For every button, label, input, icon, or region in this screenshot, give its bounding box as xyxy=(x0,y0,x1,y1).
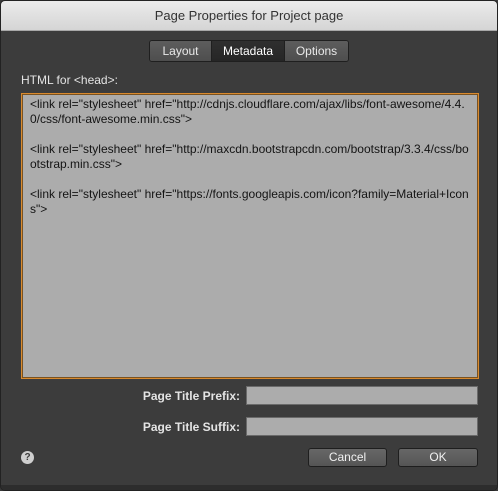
bottom-edge xyxy=(1,485,497,490)
head-line-material-icons: <link rel="stylesheet" href="https://fon… xyxy=(30,187,469,216)
title-suffix-input[interactable] xyxy=(246,417,478,436)
tab-metadata[interactable]: Metadata xyxy=(211,41,284,61)
title-prefix-input[interactable] xyxy=(246,386,478,405)
title-prefix-label: Page Title Prefix: xyxy=(142,389,240,403)
head-line-font-awesome: <link rel="stylesheet" href="http://cdnj… xyxy=(30,97,465,126)
tab-layout[interactable]: Layout xyxy=(150,41,211,61)
help-icon[interactable]: ? xyxy=(21,451,34,464)
cancel-button[interactable]: Cancel xyxy=(308,448,387,467)
head-html-label: HTML for <head>: xyxy=(21,73,118,87)
head-html-textarea[interactable]: <link rel="stylesheet" href="http://cdnj… xyxy=(21,93,479,379)
title-suffix-label: Page Title Suffix: xyxy=(142,420,240,434)
page-properties-dialog: Page Properties for Project page Layout … xyxy=(0,0,498,491)
tab-bar: Layout Metadata Options xyxy=(149,40,349,62)
tab-options[interactable]: Options xyxy=(284,41,348,61)
ok-button[interactable]: OK xyxy=(398,448,478,467)
window-title: Page Properties for Project page xyxy=(1,1,497,31)
head-line-bootstrap: <link rel="stylesheet" href="http://maxc… xyxy=(30,142,469,171)
